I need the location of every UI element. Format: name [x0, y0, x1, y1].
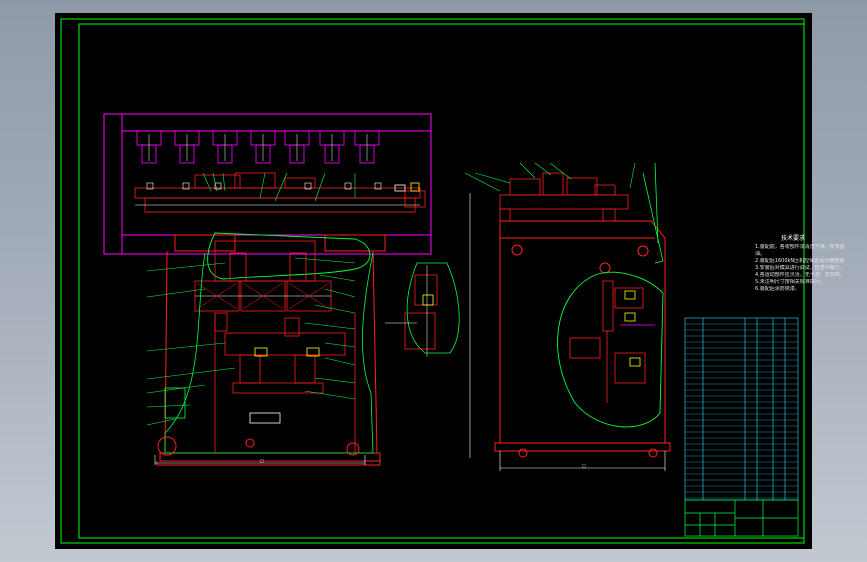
sheet-outer-border: [60, 18, 805, 544]
notes-line: 6.装配后涂防锈漆。: [755, 286, 800, 292]
assembly-drawing: [60, 18, 805, 544]
bom-table: [684, 317, 799, 501]
front-view: [103, 113, 432, 466]
cad-viewport[interactable]: 技术要求 1.装配前，各零部件须清洗干净，所有运动件应注 油。 2.装配后160…: [55, 13, 845, 549]
side-hole-right: [637, 245, 649, 257]
notes-title: 技术要求: [781, 235, 806, 242]
side-hole-bottom: [518, 448, 528, 458]
side-view: [464, 162, 671, 471]
lower-mechanism: [164, 312, 356, 453]
title-block: [684, 499, 799, 537]
technical-notes: 技术要求 1.装配前，各零部件须清洗干净，所有运动件应注 油。 2.装配后160…: [755, 235, 845, 293]
notes-line: 油。: [755, 251, 766, 257]
foot-left: [157, 436, 177, 456]
leader-lines-front: [146, 172, 356, 426]
punch-row: [136, 130, 380, 164]
notes-line: 3.安装后对模具进行调试，检查冲裁力，保证送料精度。: [755, 265, 845, 271]
notes-line: 1.装配前，各零部件须清洗干净，所有运动件应注: [755, 244, 845, 250]
flywheel-contour: [557, 271, 664, 428]
crown-contour: [207, 232, 371, 280]
side-pillar: [642, 162, 664, 264]
feeder-unit: [394, 182, 426, 208]
detail-view: [385, 262, 460, 357]
front-width-label: □: [260, 458, 264, 463]
side-hole-bottom-right: [648, 448, 658, 458]
side-yellow-parts: [624, 290, 641, 367]
notes-line: 4.各运动部件应灵活，无卡滞、无异响，润滑充分。: [755, 272, 845, 278]
side-width-label: □: [582, 463, 586, 468]
side-hole-mid: [599, 262, 611, 274]
punch-centers: [148, 134, 368, 161]
side-hole-top: [511, 244, 523, 256]
die-plate: [134, 172, 421, 213]
notes-line: 2.装配后1600kN压机应保证设计精度要求。: [755, 258, 845, 264]
side-width-dimension: [469, 193, 666, 471]
notes-line: 5.未注明尺寸按相关标准执行。: [755, 279, 825, 285]
gear-crosshatch: [196, 282, 330, 310]
leader-lines-side: [464, 162, 636, 192]
gearbox: [194, 240, 332, 312]
side-top-mechanism: [499, 172, 629, 222]
